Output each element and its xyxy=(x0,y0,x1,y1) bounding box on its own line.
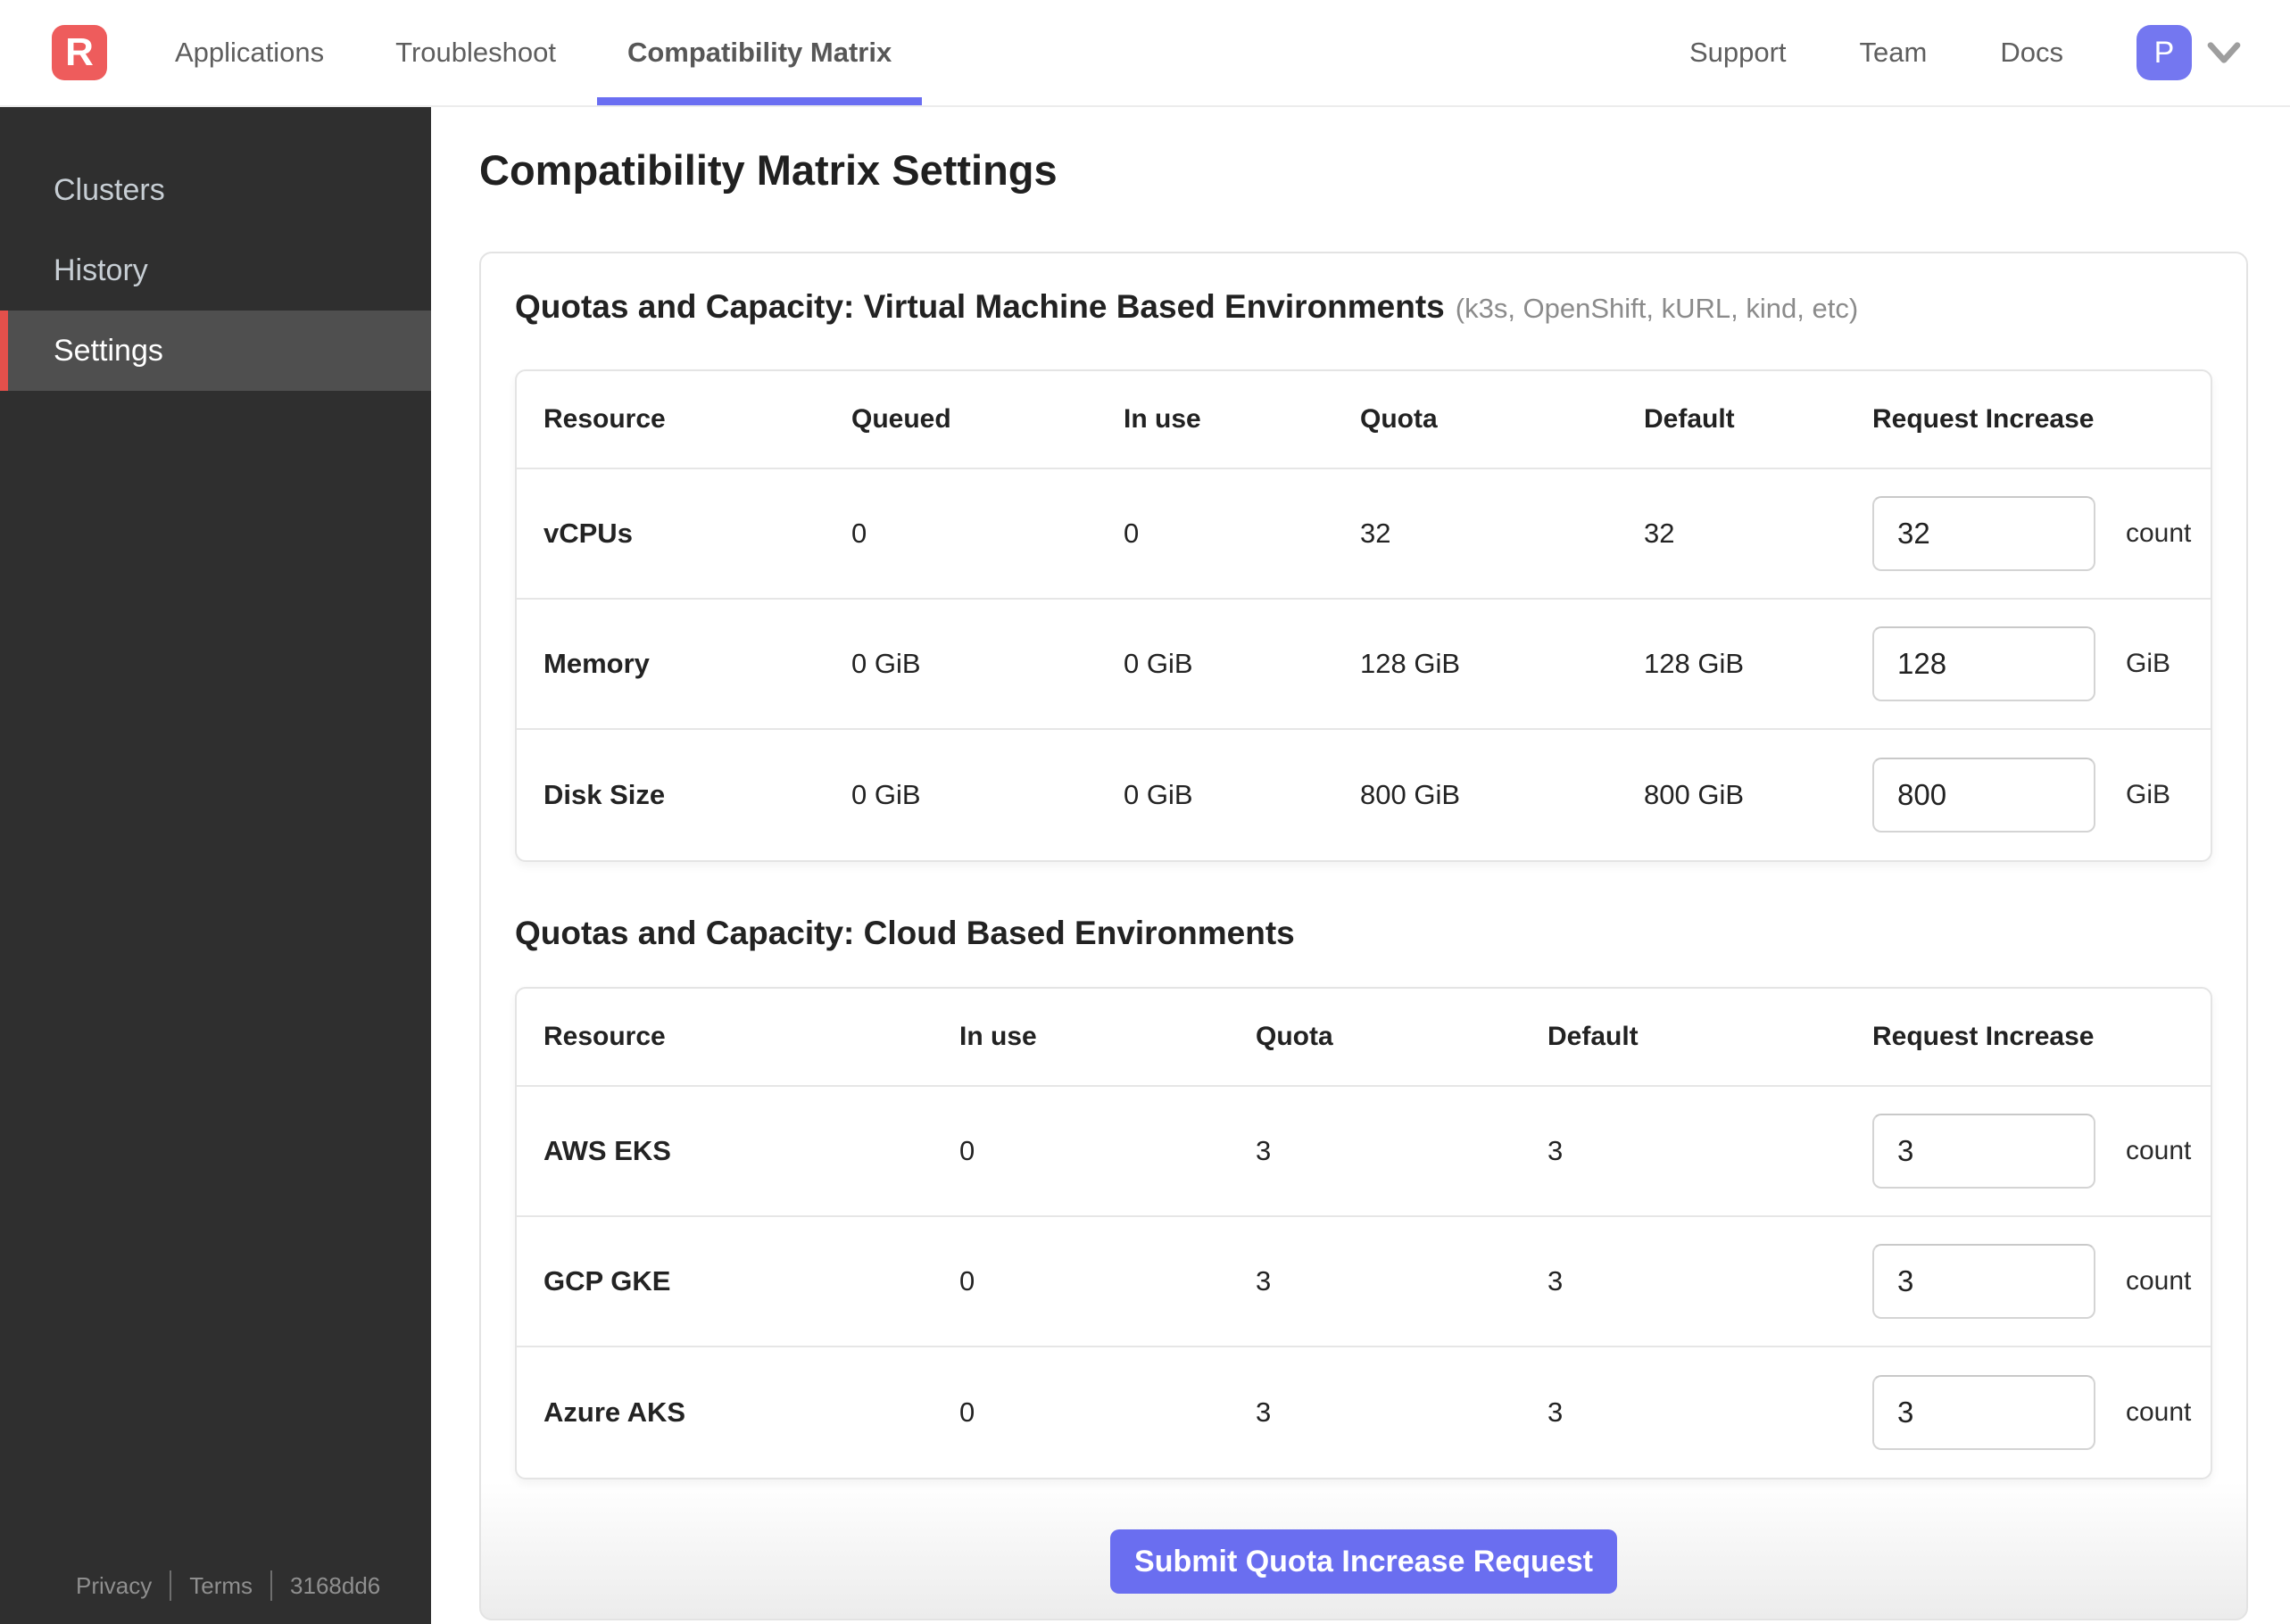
footer-divider xyxy=(270,1570,273,1601)
resource-label: GCP GKE xyxy=(543,1265,671,1297)
column-header-request-increase: Request Increase xyxy=(1872,1022,2095,1051)
in-use-value: 0 xyxy=(959,1265,975,1297)
cloud-table-header-row: Resource In use Quota Default Request In… xyxy=(517,989,2211,1087)
memory-request-input[interactable] xyxy=(1872,626,2095,701)
default-value: 32 xyxy=(1644,518,1675,549)
vm-table-header-row: Resource Queued In use Quota Default Req… xyxy=(517,371,2211,469)
resource-label: Memory xyxy=(543,648,650,679)
queued-value: 0 GiB xyxy=(851,648,921,679)
column-header-in-use: In use xyxy=(1124,404,1201,434)
topbar-right: Support Team Docs P xyxy=(1616,25,2242,80)
chevron-down-icon[interactable] xyxy=(2206,40,2242,65)
quota-value: 800 GiB xyxy=(1360,779,1461,810)
gcp-gke-request-input[interactable] xyxy=(1872,1244,2095,1319)
disk-size-request-input[interactable] xyxy=(1872,758,2095,833)
column-header-quota: Quota xyxy=(1360,404,1438,434)
table-row-gcp-gke: GCP GKE 0 3 3 count xyxy=(517,1217,2211,1347)
tab-applications[interactable]: Applications xyxy=(139,0,360,105)
default-value: 128 GiB xyxy=(1644,648,1745,679)
quota-value: 128 GiB xyxy=(1360,648,1461,679)
sidebar-item-history[interactable]: History xyxy=(0,230,431,311)
sidebar-nav: Clusters History Settings xyxy=(0,107,431,391)
column-header-in-use: In use xyxy=(959,1022,1037,1051)
page-title: Compatibility Matrix Settings xyxy=(479,146,1058,194)
sidebar-item-settings[interactable]: Settings xyxy=(0,311,431,391)
table-row-disk-size: Disk Size 0 GiB 0 GiB 800 GiB 800 GiB Gi… xyxy=(517,730,2211,860)
vm-section-title: Quotas and Capacity: Virtual Machine Bas… xyxy=(515,286,2212,330)
unit-label: count xyxy=(2126,1136,2192,1165)
resource-label: Disk Size xyxy=(543,779,666,810)
resource-label: vCPUs xyxy=(543,518,633,549)
default-value: 3 xyxy=(1547,1265,1564,1297)
build-version: 3168dd6 xyxy=(290,1571,381,1599)
column-header-request-increase: Request Increase xyxy=(1872,404,2095,434)
vm-section-title-text: Quotas and Capacity: Virtual Machine Bas… xyxy=(515,288,1445,325)
quota-value: 3 xyxy=(1256,1396,1272,1428)
column-header-default: Default xyxy=(1547,1022,1639,1051)
replicated-logo[interactable]: R xyxy=(52,25,107,80)
cloud-section-title-text: Quotas and Capacity: Cloud Based Environ… xyxy=(515,915,1295,951)
aws-eks-request-input[interactable] xyxy=(1872,1114,2095,1189)
logo-letter: R xyxy=(65,30,94,74)
column-header-default: Default xyxy=(1644,404,1735,434)
vm-section-subtitle: (k3s, OpenShift, kURL, kind, etc) xyxy=(1455,293,1859,324)
top-navigation-bar: R Applications Troubleshoot Compatibilit… xyxy=(0,0,2290,107)
cloud-section-title: Quotas and Capacity: Cloud Based Environ… xyxy=(515,912,2212,955)
tab-compatibility-matrix[interactable]: Compatibility Matrix xyxy=(592,0,927,105)
sidebar-footer: Privacy Terms 3168dd6 xyxy=(76,1570,380,1601)
column-header-resource: Resource xyxy=(543,1022,666,1051)
column-header-resource: Resource xyxy=(543,404,666,434)
primary-nav: Applications Troubleshoot Compatibility … xyxy=(139,0,927,105)
support-link[interactable]: Support xyxy=(1689,37,1787,69)
unit-label: count xyxy=(2126,518,2192,548)
in-use-value: 0 xyxy=(959,1135,975,1166)
terms-link[interactable]: Terms xyxy=(189,1572,253,1600)
table-row-aws-eks: AWS EKS 0 3 3 count xyxy=(517,1087,2211,1217)
default-value: 3 xyxy=(1547,1396,1564,1428)
submit-quota-increase-button[interactable]: Submit Quota Increase Request xyxy=(1110,1529,1617,1594)
queued-value: 0 xyxy=(851,518,867,549)
in-use-value: 0 xyxy=(959,1396,975,1428)
unit-label: GiB xyxy=(2126,649,2171,678)
vcpus-request-input[interactable] xyxy=(1872,496,2095,571)
unit-label: count xyxy=(2126,1397,2192,1427)
docs-link[interactable]: Docs xyxy=(2000,37,2063,69)
settings-card: Quotas and Capacity: Virtual Machine Bas… xyxy=(479,252,2248,1620)
queued-value: 0 GiB xyxy=(851,779,921,810)
tab-troubleshoot[interactable]: Troubleshoot xyxy=(360,0,592,105)
team-link[interactable]: Team xyxy=(1860,37,1928,69)
table-row-memory: Memory 0 GiB 0 GiB 128 GiB 128 GiB GiB xyxy=(517,600,2211,730)
quota-value: 32 xyxy=(1360,518,1391,549)
default-value: 3 xyxy=(1547,1135,1564,1166)
resource-label: Azure AKS xyxy=(543,1396,686,1428)
avatar-letter: P xyxy=(2153,35,2175,70)
cloud-quota-table: Resource In use Quota Default Request In… xyxy=(515,987,2212,1479)
avatar[interactable]: P xyxy=(2137,25,2192,80)
table-row-vcpus: vCPUs 0 0 32 32 count xyxy=(517,469,2211,600)
quota-value: 3 xyxy=(1256,1265,1272,1297)
column-header-quota: Quota xyxy=(1256,1022,1333,1051)
column-header-queued: Queued xyxy=(851,404,951,434)
default-value: 800 GiB xyxy=(1644,779,1745,810)
unit-label: count xyxy=(2126,1266,2192,1296)
resource-label: AWS EKS xyxy=(543,1135,671,1166)
sidebar-item-clusters[interactable]: Clusters xyxy=(0,150,431,230)
quota-value: 3 xyxy=(1256,1135,1272,1166)
in-use-value: 0 GiB xyxy=(1124,648,1193,679)
in-use-value: 0 GiB xyxy=(1124,779,1193,810)
sidebar: Clusters History Settings Privacy Terms … xyxy=(0,107,431,1624)
azure-aks-request-input[interactable] xyxy=(1872,1375,2095,1450)
vm-quota-table: Resource Queued In use Quota Default Req… xyxy=(515,369,2212,862)
in-use-value: 0 xyxy=(1124,518,1140,549)
privacy-link[interactable]: Privacy xyxy=(76,1572,152,1600)
main-content: Compatibility Matrix Settings Quotas and… xyxy=(431,0,2290,1620)
unit-label: GiB xyxy=(2126,780,2171,809)
footer-divider xyxy=(170,1570,172,1601)
table-row-azure-aks: Azure AKS 0 3 3 count xyxy=(517,1347,2211,1478)
